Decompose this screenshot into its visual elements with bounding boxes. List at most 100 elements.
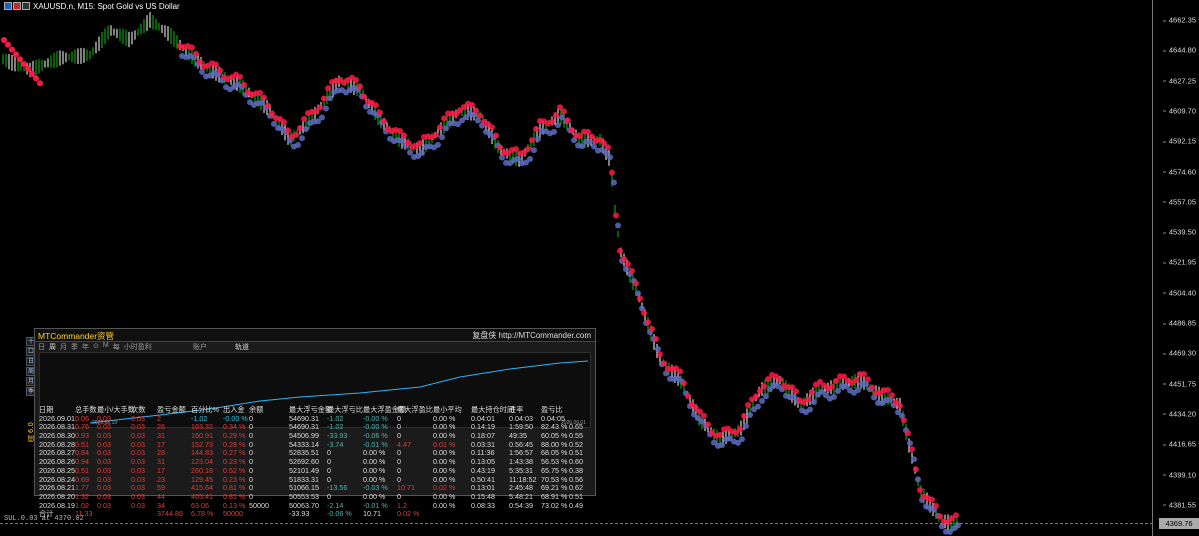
- period-tab[interactable]: M: [103, 342, 109, 352]
- period-tab[interactable]: 年: [82, 342, 89, 352]
- sell-order-marker: [497, 144, 503, 151]
- sell-order-marker: [549, 118, 555, 125]
- table-cell: -0.06 %: [327, 509, 352, 519]
- sell-order-marker: [357, 83, 363, 90]
- sell-order-marker: [441, 115, 447, 122]
- table-cell: 合计: [39, 509, 54, 519]
- sell-order-marker: [565, 117, 571, 124]
- sell-order-marker: [741, 413, 747, 420]
- buy-order-marker: [303, 126, 309, 133]
- panel-link[interactable]: 复盘侠 http://MTCommander.com: [472, 330, 591, 341]
- buy-order-marker: [407, 149, 413, 156]
- buy-icon[interactable]: [4, 2, 12, 10]
- sell-order-marker: [861, 371, 867, 378]
- sell-order-marker: [833, 378, 839, 385]
- sell-order-marker: [401, 132, 407, 139]
- buy-order-marker: [655, 346, 661, 353]
- sell-order-marker: [37, 80, 43, 87]
- tab-curve[interactable]: 轨道: [235, 342, 249, 352]
- table-cell: 0.49: [569, 500, 583, 510]
- period-tab[interactable]: 月: [60, 342, 67, 352]
- sell-order-marker: [473, 107, 479, 114]
- table-cell: 50000: [249, 500, 269, 510]
- chart-title-bar: XAUUSD.n, M15: Spot Gold vs US Dollar: [4, 0, 180, 12]
- sell-order-marker: [885, 387, 891, 394]
- buy-order-marker: [323, 105, 329, 112]
- price-tick: 4399.10: [1162, 470, 1196, 479]
- sell-order-marker: [645, 319, 651, 326]
- sell-order-marker: [617, 247, 623, 254]
- price-tick: 4574.60: [1162, 167, 1196, 176]
- price-tick: 4662.35: [1162, 15, 1196, 25]
- sell-order-marker: [613, 212, 619, 219]
- sell-icon[interactable]: [13, 2, 21, 10]
- buy-order-marker: [739, 436, 745, 443]
- price-tick: 4627.25: [1162, 76, 1196, 86]
- sell-order-marker: [869, 384, 875, 391]
- period-tab[interactable]: 每: [113, 342, 120, 352]
- buy-order-marker: [319, 114, 325, 121]
- buy-order-marker: [835, 388, 841, 395]
- sell-order-marker: [609, 169, 615, 176]
- sell-order-marker: [761, 383, 767, 390]
- period-tab[interactable]: 小时盈利: [124, 342, 152, 352]
- sell-order-marker: [637, 295, 643, 302]
- sell-order-marker: [17, 56, 23, 63]
- buy-order-marker: [527, 155, 533, 162]
- price-tick: 4644.80: [1162, 45, 1196, 55]
- sell-order-marker: [853, 377, 859, 384]
- buy-order-marker: [535, 136, 541, 143]
- sell-order-marker: [793, 388, 799, 395]
- sell-order-marker: [193, 50, 199, 57]
- sell-order-marker: [953, 512, 959, 519]
- table-row: 2026.08.19 1.02 0.03 0.03 34 63.06 0.13 % 50000…: [39, 500, 591, 511]
- price-tick: 4609.70: [1162, 106, 1196, 116]
- sell-order-marker: [677, 368, 683, 375]
- buy-order-marker: [295, 141, 301, 148]
- trade-buttons[interactable]: [4, 2, 30, 10]
- price-axis[interactable]: 4662.35 4644.80 4627.25 4609.70 4592.15 4574.…: [1152, 0, 1199, 536]
- sell-order-marker: [381, 118, 387, 125]
- sell-order-marker: [681, 380, 687, 387]
- tab-account[interactable]: 账户: [193, 342, 207, 352]
- period-tab[interactable]: 季: [71, 342, 78, 352]
- sell-order-marker: [373, 102, 379, 109]
- mtcommander-panel[interactable]: MTCommander资管 复盘侠 http://MTCommander.com…: [34, 328, 596, 518]
- sell-order-marker: [777, 376, 783, 383]
- sell-order-marker: [605, 144, 611, 151]
- buy-order-marker: [911, 456, 917, 463]
- table-row: 合计 11.33 3744.86 6.78 % 50000 -33.93 -0.06 % 10…: [39, 510, 591, 519]
- sell-order-marker: [753, 393, 759, 400]
- buy-order-marker: [419, 150, 425, 157]
- buy-order-marker: [299, 135, 305, 142]
- sell-order-marker: [897, 402, 903, 409]
- buy-order-marker: [807, 406, 813, 413]
- grid-icon[interactable]: [22, 2, 30, 10]
- sell-order-marker: [929, 496, 935, 503]
- buy-order-marker: [763, 393, 769, 400]
- buy-order-marker: [747, 412, 753, 419]
- period-tab[interactable]: ⊙: [93, 342, 99, 352]
- period-tab[interactable]: 日: [38, 342, 45, 352]
- sell-order-marker: [325, 85, 331, 92]
- sell-order-marker: [809, 389, 815, 396]
- sell-order-marker: [493, 132, 499, 139]
- sell-order-marker: [25, 65, 31, 72]
- period-tab[interactable]: 周: [49, 342, 56, 352]
- chart-title: XAUUSD.n, M15: Spot Gold vs US Dollar: [33, 1, 180, 11]
- table-cell: 0.08:33: [471, 500, 495, 510]
- sell-order-marker: [13, 51, 19, 58]
- sell-order-marker: [21, 61, 27, 67]
- buy-order-marker: [587, 138, 593, 145]
- sell-order-marker: [533, 126, 539, 133]
- table-cell: 0:54:39: [509, 500, 533, 510]
- price-tick: 4592.15: [1162, 136, 1196, 146]
- sell-order-marker: [717, 432, 723, 439]
- table-cell: 0.00 %: [433, 500, 456, 510]
- price-tick: 4486.85: [1162, 318, 1196, 328]
- price-tick: 4416.65: [1162, 439, 1196, 449]
- panel-header[interactable]: MTCommander资管 复盘侠 http://MTCommander.com: [35, 329, 595, 342]
- bid-line: [0, 523, 1153, 524]
- panel-title: MTCommander资管: [38, 331, 115, 341]
- sell-order-marker: [433, 131, 439, 138]
